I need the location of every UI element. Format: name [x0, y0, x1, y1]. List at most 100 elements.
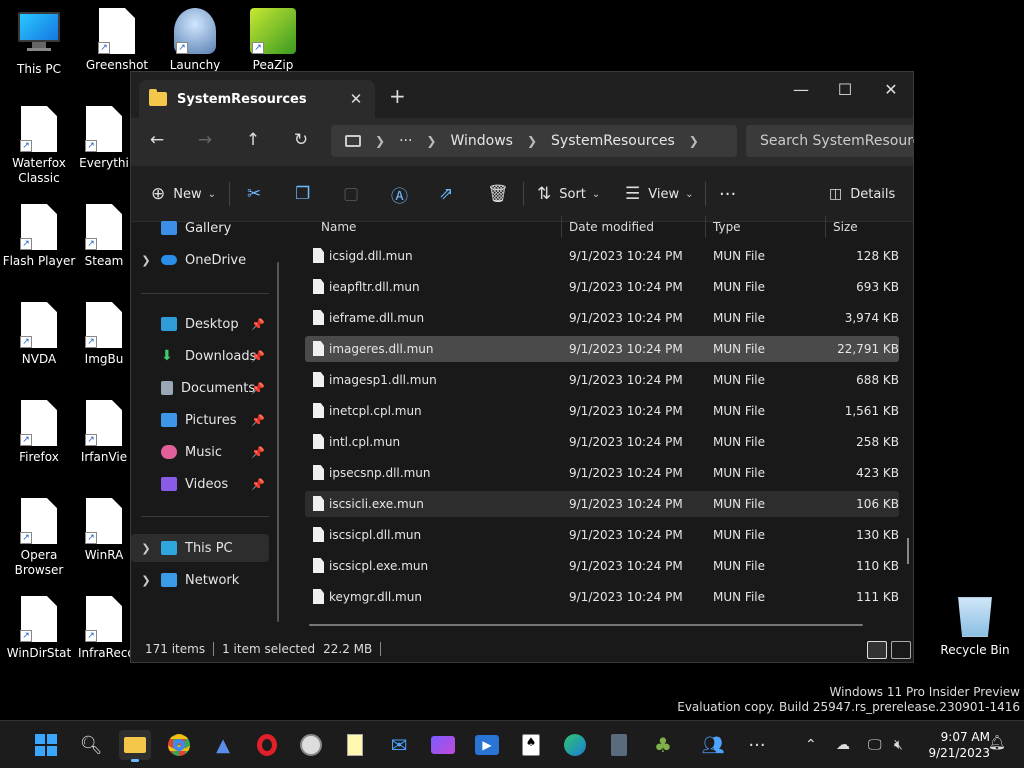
file-list-vertical-scrollbar[interactable] [907, 538, 909, 564]
desktop-icon-launchy[interactable]: ↗ Launchy [156, 8, 234, 73]
volume-muted-icon[interactable]: 🔇︎ [894, 737, 903, 753]
desktop-icon-winrar[interactable]: ↗ WinRA [78, 498, 130, 563]
nav-item-gallery[interactable]: Gallery [131, 214, 269, 242]
taskbar-mail[interactable]: ✉ [383, 730, 415, 760]
show-hidden-icons-button[interactable]: ⌃ [805, 737, 817, 753]
column-header-date[interactable]: Date modified [569, 214, 654, 240]
file-row[interactable]: intl.cpl.mun 9/1/2023 10:24 PM MUN File … [305, 429, 899, 455]
nav-item-videos[interactable]: Videos 📌 [131, 470, 269, 498]
breadcrumb-more[interactable]: ··· [399, 133, 412, 149]
taskbar-edge[interactable] [559, 730, 591, 760]
new-button[interactable]: ⊕ New ⌄ [151, 182, 216, 206]
file-row-hovered[interactable]: iscsicli.exe.mun 9/1/2023 10:24 PM MUN F… [305, 491, 899, 517]
file-row[interactable]: imagesp1.dll.mun 9/1/2023 10:24 PM MUN F… [305, 367, 899, 393]
taskbar-media-player[interactable]: ▶ [471, 730, 503, 760]
file-row[interactable]: keymgr.dll.mun 9/1/2023 10:24 PM MUN Fil… [305, 584, 899, 610]
taskbar-clipchamp[interactable] [427, 730, 459, 760]
taskbar-chrome[interactable] [163, 730, 195, 760]
search-input[interactable]: Search SystemResources [746, 125, 914, 157]
desktop-icon-waterfox[interactable]: ↗ Waterfox Classic [0, 106, 78, 186]
tab-systemresources[interactable]: SystemResources ✕ [139, 80, 375, 118]
nav-item-this-pc[interactable]: ❯ This PC [131, 534, 269, 562]
up-button[interactable]: ↑ [239, 130, 267, 154]
breadcrumb-windows[interactable]: Windows [450, 133, 513, 149]
desktop-icon-greenshot[interactable]: ↗ Greenshot [78, 8, 156, 73]
desktop-icon-imgburn[interactable]: ↗ ImgBu [78, 302, 130, 367]
taskbar-clock[interactable]: 9:07 AM 9/21/2023 [928, 729, 990, 761]
nav-item-music[interactable]: Music 📌 [131, 438, 269, 466]
desktop-icon-opera[interactable]: ↗ Opera Browser [0, 498, 78, 578]
close-button[interactable]: ✕ [869, 76, 913, 104]
desktop-icon-everything[interactable]: ↗ Everythi [78, 106, 130, 171]
taskbar-clock-app[interactable] [295, 730, 327, 760]
chevron-right-icon[interactable]: ❯ [131, 254, 161, 267]
nav-item-onedrive[interactable]: ❯ OneDrive [131, 246, 269, 274]
taskbar-solitaire[interactable]: ♠ [515, 730, 547, 760]
delete-button[interactable]: 🗑 [487, 182, 517, 206]
file-row-selected[interactable]: imageres.dll.mun 9/1/2023 10:24 PM MUN F… [305, 336, 899, 362]
taskbar-opera[interactable] [251, 730, 283, 760]
chevron-right-icon[interactable]: ❯ [689, 134, 699, 148]
file-row[interactable]: iscsicpl.dll.mun 9/1/2023 10:24 PM MUN F… [305, 522, 899, 548]
share-button[interactable]: ⇗ [439, 182, 461, 206]
maximize-button[interactable]: ☐ [823, 76, 867, 104]
file-row[interactable]: inetcpl.cpl.mun 9/1/2023 10:24 PM MUN Fi… [305, 398, 899, 424]
nav-item-desktop[interactable]: Desktop 📌 [131, 310, 269, 338]
desktop-icon-windirstat[interactable]: ↗ WinDirStat [0, 596, 78, 661]
taskbar-app-blue[interactable]: ▲ [207, 730, 239, 760]
chevron-right-icon[interactable]: ❯ [131, 542, 161, 555]
copy-button[interactable]: ❐ [295, 182, 318, 206]
new-tab-button[interactable]: + [389, 84, 406, 108]
paste-button[interactable]: ▢ [343, 182, 367, 206]
nav-item-network[interactable]: ❯ Network [131, 566, 269, 594]
desktop-icon-infrarecorder[interactable]: ↗ InfraReco [78, 596, 130, 661]
chevron-right-icon[interactable]: ❯ [131, 574, 161, 587]
desktop-icon-flash-player[interactable]: ↗ Flash Player [0, 204, 78, 269]
rename-button[interactable]: Ⓐ [391, 182, 416, 207]
file-row[interactable]: iscsicpl.exe.mun 9/1/2023 10:24 PM MUN F… [305, 553, 899, 579]
taskbar-overflow-button[interactable]: ··· [741, 730, 773, 760]
file-list-horizontal-scrollbar[interactable] [309, 624, 863, 626]
nav-item-documents[interactable]: Documents 📌 [131, 374, 269, 402]
start-button[interactable] [30, 730, 62, 760]
details-button[interactable]: ◫ Details [829, 182, 895, 206]
taskbar-tree-app[interactable]: ♣ [647, 730, 679, 760]
sort-button[interactable]: ⇅ Sort ⌄ [537, 182, 600, 206]
column-header-type[interactable]: Type [713, 214, 741, 240]
column-header-name[interactable]: Name [321, 214, 356, 240]
onedrive-tray-icon[interactable]: ☁ [836, 737, 850, 753]
taskbar-calculator[interactable] [603, 730, 635, 760]
nav-scrollbar[interactable] [277, 262, 279, 622]
desktop-icon-firefox[interactable]: ↗ Firefox [0, 400, 78, 465]
file-row[interactable]: ieapfltr.dll.mun 9/1/2023 10:24 PM MUN F… [305, 274, 899, 300]
address-bar[interactable]: ❯ ··· ❯ Windows ❯ SystemResources ❯ [331, 125, 737, 157]
search-button[interactable]: 🔍︎ [75, 730, 107, 760]
refresh-button[interactable]: ↻ [287, 130, 315, 154]
notifications-button[interactable]: 🔔︎ [988, 735, 1006, 751]
column-header-size[interactable]: Size [833, 214, 858, 240]
taskbar-app-people[interactable]: 👥︎ [697, 730, 729, 760]
forward-button[interactable]: → [191, 130, 219, 154]
file-row[interactable]: ieframe.dll.mun 9/1/2023 10:24 PM MUN Fi… [305, 305, 899, 331]
details-view-toggle[interactable] [867, 641, 887, 659]
file-row[interactable]: icsigd.dll.mun 9/1/2023 10:24 PM MUN Fil… [305, 243, 899, 269]
more-options-button[interactable]: ··· [719, 182, 736, 206]
back-button[interactable]: ← [143, 130, 171, 154]
tiles-view-toggle[interactable] [891, 641, 911, 659]
desktop-icon-irfanview[interactable]: ↗ IrfanVie [78, 400, 130, 465]
desktop-icon-peazip[interactable]: ↗ PeaZip [234, 8, 312, 73]
desktop-icon-this-pc[interactable]: This PC [0, 8, 78, 77]
taskbar-notepad[interactable] [339, 730, 371, 760]
desktop-icon-nvda[interactable]: ↗ NVDA [0, 302, 78, 367]
view-button[interactable]: ☰ View ⌄ [625, 182, 694, 206]
desktop-icon-steam[interactable]: ↗ Steam [78, 204, 130, 269]
breadcrumb-systemresources[interactable]: SystemResources [551, 133, 675, 149]
file-row[interactable]: ipsecsnp.dll.mun 9/1/2023 10:24 PM MUN F… [305, 460, 899, 486]
nav-item-pictures[interactable]: Pictures 📌 [131, 406, 269, 434]
network-tray-icon[interactable]: 🖵︎ [868, 737, 882, 753]
cut-button[interactable]: ✂ [247, 182, 269, 206]
minimize-button[interactable]: — [779, 76, 823, 104]
tab-close-button[interactable]: ✕ [345, 90, 367, 108]
desktop-icon-recycle-bin[interactable]: Recycle Bin [940, 597, 1010, 657]
taskbar-file-explorer[interactable] [119, 730, 151, 762]
